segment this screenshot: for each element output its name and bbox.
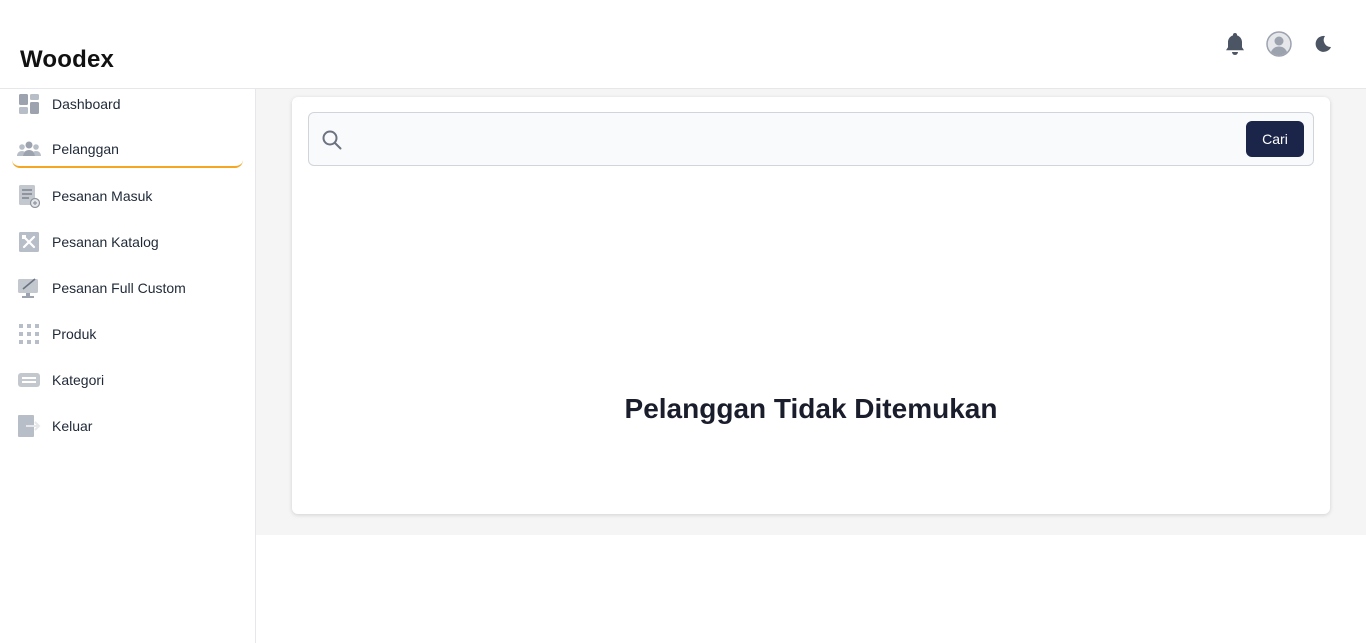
sidebar-item-label: Pelanggan [52, 141, 119, 157]
sidebar-item-kategori[interactable]: Kategori [12, 362, 243, 398]
sidebar-item-pelanggan[interactable]: Pelanggan [12, 132, 243, 168]
brand-logo: Woodex [20, 46, 115, 73]
sidebar-item-label: Pesanan Full Custom [52, 280, 186, 296]
sidebar: Dashboard Pelanggan Pesanan Masuk Pesana… [0, 89, 256, 643]
user-avatar-icon[interactable] [1266, 30, 1292, 58]
sidebar-item-produk[interactable]: Produk [12, 316, 243, 352]
custom-design-icon [16, 275, 42, 301]
users-icon [16, 136, 42, 162]
sidebar-item-label: Pesanan Masuk [52, 188, 153, 204]
customers-card: Cari Pelanggan Tidak Ditemukan [292, 97, 1330, 514]
empty-state-message: Pelanggan Tidak Ditemukan [624, 393, 998, 424]
header-actions [1222, 30, 1336, 58]
sidebar-item-label: Keluar [52, 418, 93, 434]
sidebar-item-label: Kategori [52, 372, 105, 388]
sidebar-item-label: Produk [52, 326, 97, 342]
sidebar-item-label: Pesanan Katalog [52, 234, 159, 250]
logout-icon [16, 413, 42, 439]
sidebar-item-pesanan-masuk[interactable]: Pesanan Masuk [12, 178, 243, 214]
search-input[interactable] [353, 121, 1233, 157]
top-header: Woodex [0, 0, 1366, 89]
product-grid-icon [16, 321, 42, 347]
main-content: Cari Pelanggan Tidak Ditemukan [256, 89, 1366, 535]
moon-icon[interactable] [1310, 30, 1336, 58]
category-icon [16, 367, 42, 393]
sidebar-item-keluar[interactable]: Keluar [12, 408, 243, 444]
incoming-orders-icon [16, 183, 42, 209]
catalog-tools-icon [16, 229, 42, 255]
search-icon [321, 129, 343, 151]
sidebar-item-pesanan-full-custom[interactable]: Pesanan Full Custom [12, 270, 243, 306]
bell-icon[interactable] [1222, 30, 1248, 58]
sidebar-item-dashboard[interactable]: Dashboard [12, 86, 243, 122]
search-button[interactable]: Cari [1246, 121, 1304, 157]
sidebar-item-label: Dashboard [52, 96, 121, 112]
sidebar-item-pesanan-katalog[interactable]: Pesanan Katalog [12, 224, 243, 260]
dashboard-icon [16, 91, 42, 117]
search-bar: Cari [308, 112, 1314, 166]
